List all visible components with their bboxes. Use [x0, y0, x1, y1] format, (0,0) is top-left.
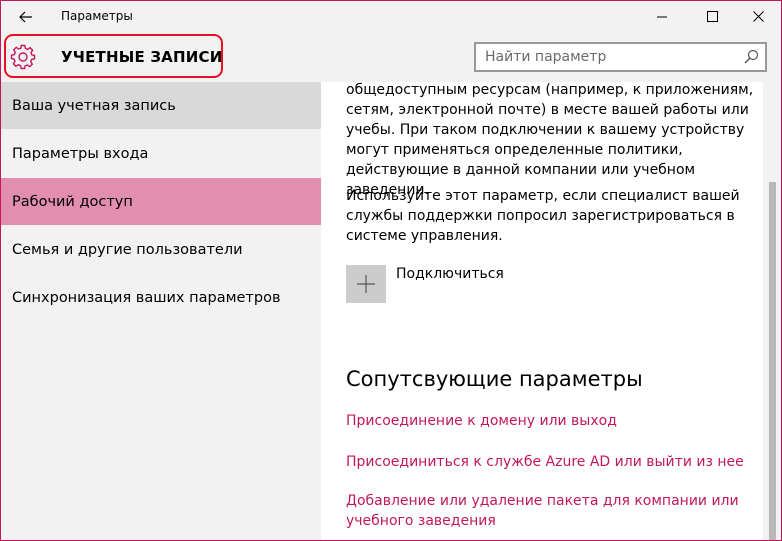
link-join-domain[interactable]: Присоединение к домену или выход [346, 411, 756, 431]
sidebar-item-label: Рабочий доступ [12, 193, 133, 210]
content-pane: общедоступным ресурсам (например, к прил… [321, 82, 763, 540]
search-input[interactable] [476, 44, 735, 70]
search-icon[interactable] [743, 49, 759, 65]
description-text: общедоступным ресурсам (например, к прил… [346, 82, 754, 198]
sidebar-nav: Ваша учетная запись Параметры входа Рабо… [1, 82, 321, 540]
connect-label[interactable]: Подключиться [396, 266, 504, 282]
sidebar-item-label: Семья и другие пользователи [12, 241, 243, 258]
sidebar-item-label: Ваша учетная запись [12, 97, 176, 114]
sidebar-item-label: Синхронизация ваших параметров [12, 289, 281, 306]
close-button[interactable] [735, 1, 781, 32]
settings-window: Параметры УЧЕТНЫЕ ЗАПИСИ Найти параметр … [0, 0, 782, 541]
minimize-button[interactable] [639, 1, 685, 32]
related-settings-heading: Сопутсвующие параметры [346, 367, 643, 391]
sidebar-item-sync-settings[interactable]: Синхронизация ваших параметров [1, 274, 321, 321]
connect-button[interactable] [346, 265, 386, 303]
window-title: Параметры [61, 9, 133, 23]
link-join-azure-ad[interactable]: Присоединиться к службе Azure AD или вый… [346, 452, 756, 472]
sidebar-item-work-access[interactable]: Рабочий доступ [1, 178, 321, 225]
page-header: УЧЕТНЫЕ ЗАПИСИ [1, 32, 781, 82]
scrollbar-thumb[interactable] [769, 182, 776, 540]
gear-icon [10, 44, 36, 70]
sidebar-item-your-account[interactable]: Ваша учетная запись [1, 82, 321, 129]
maximize-icon [706, 11, 718, 22]
title-bar: Параметры [1, 1, 781, 32]
sidebar-item-family-other-users[interactable]: Семья и другие пользователи [1, 226, 321, 273]
minimize-icon [657, 16, 667, 17]
scrollbar[interactable] [763, 82, 781, 540]
link-provisioning-package[interactable]: Добавление или удаление пакета для компа… [346, 491, 756, 531]
plus-icon [357, 275, 375, 293]
sidebar-item-label: Параметры входа [12, 145, 149, 162]
back-arrow-icon [19, 11, 32, 23]
back-button[interactable] [11, 5, 41, 29]
search-box[interactable] [474, 42, 767, 72]
instruction-text: Используйте этот параметр, если специали… [346, 188, 740, 244]
sidebar-item-sign-in-options[interactable]: Параметры входа [1, 130, 321, 177]
maximize-button[interactable] [689, 1, 735, 32]
close-icon [752, 11, 764, 22]
page-title: УЧЕТНЫЕ ЗАПИСИ [61, 48, 223, 66]
